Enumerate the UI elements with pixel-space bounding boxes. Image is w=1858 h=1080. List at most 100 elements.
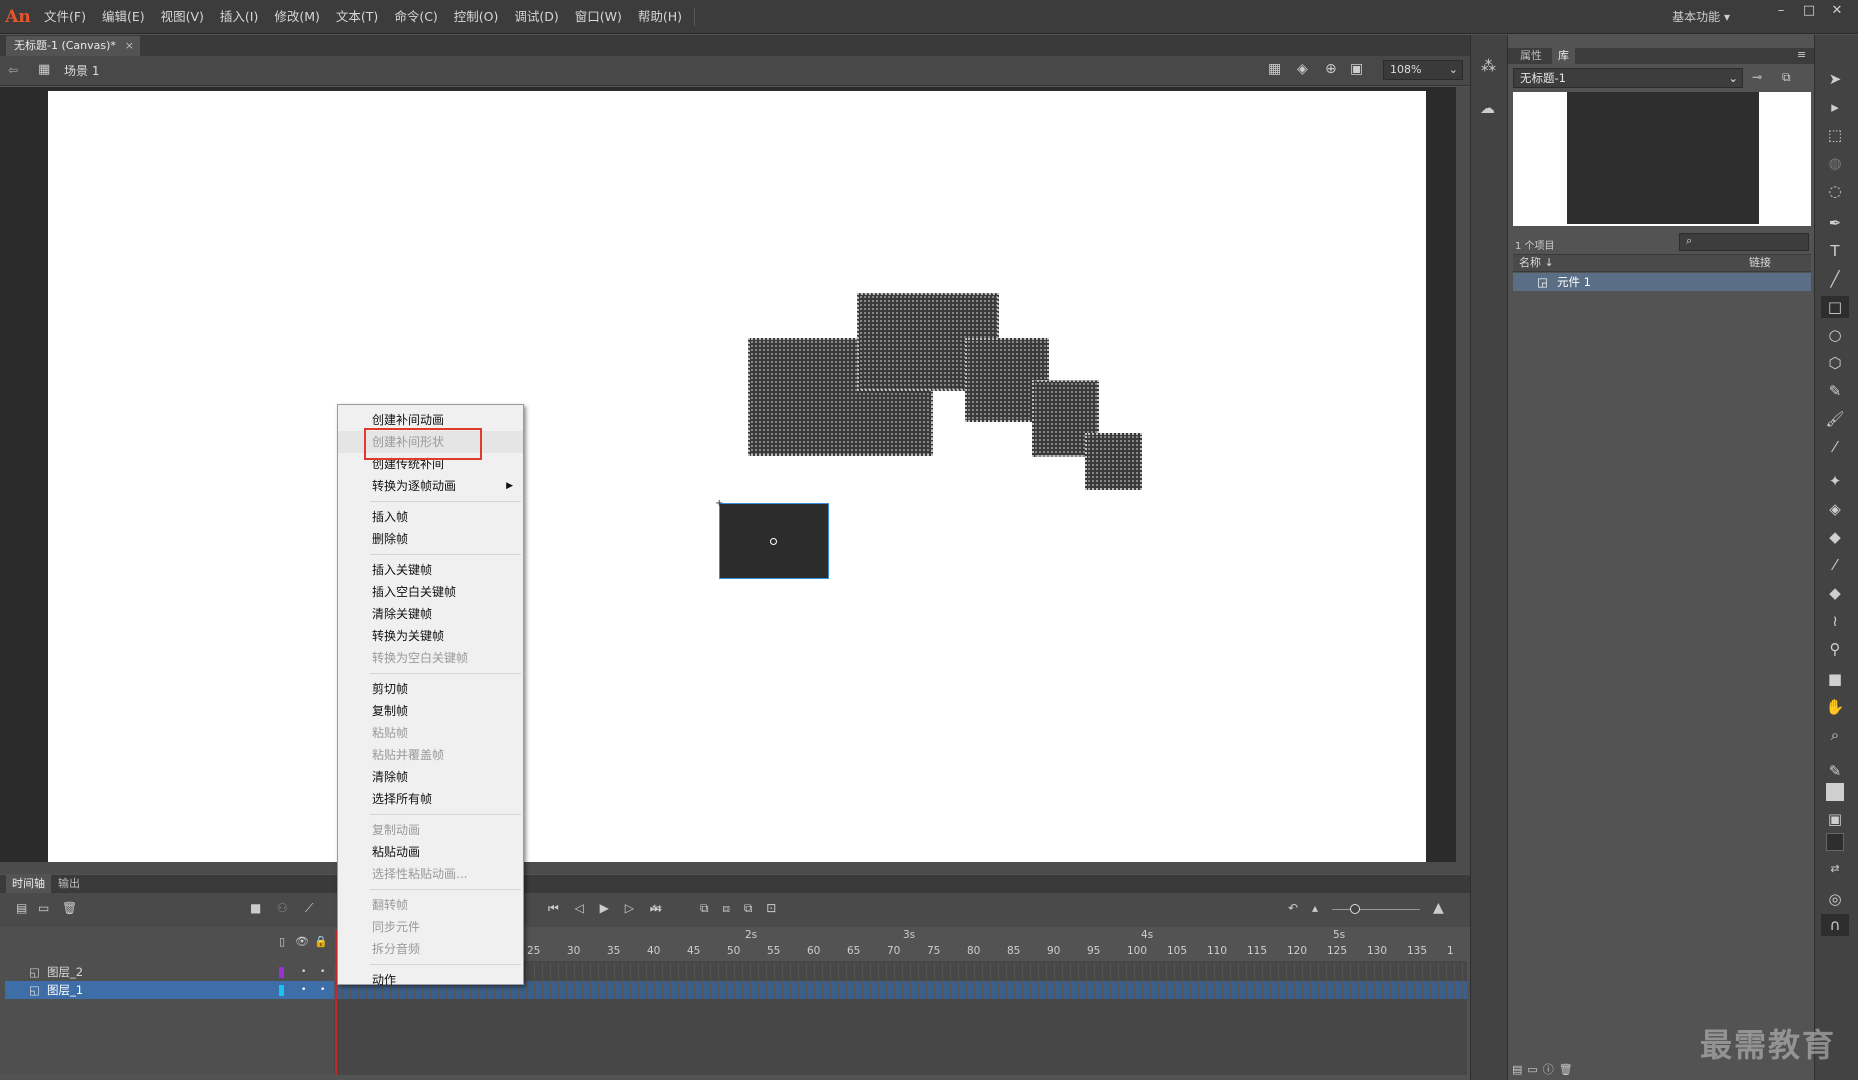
minimize-button[interactable]: – — [1768, 2, 1794, 20]
menu-item-select-all-frames[interactable]: 选择所有帧 — [338, 788, 523, 810]
library-footer-icons[interactable]: ▤▭ⓘ🗑 — [1512, 1061, 1578, 1077]
menu-view[interactable]: 视图(V) — [153, 0, 212, 34]
menu-item-sync-symbols[interactable]: 同步元件 — [338, 916, 523, 938]
delete-layer-icon[interactable]: 🗑 — [62, 901, 77, 915]
edit-symbol-icon[interactable]: ◈ — [1297, 61, 1308, 77]
edit-scene-icon[interactable]: ▦ — [1268, 61, 1281, 77]
menu-item-paste-motion[interactable]: 粘贴动画 — [338, 841, 523, 863]
swap-colors-icon[interactable]: ⇄ — [1821, 858, 1849, 880]
outline-toggle-icon[interactable]: ▯ — [279, 935, 285, 948]
width-tool-icon[interactable]: ≀ — [1821, 610, 1849, 632]
zoom-tool-icon[interactable]: ⌕ — [1821, 724, 1849, 746]
column-name[interactable]: 名称 ↓ — [1519, 255, 1554, 271]
menu-item-clear-keyframe[interactable]: 清除关键帧 — [338, 603, 523, 625]
lasso-tool-icon[interactable]: ◌ — [1821, 180, 1849, 202]
menu-item-insert-keyframe[interactable]: 插入关键帧 — [338, 559, 523, 581]
slider-handle[interactable] — [1350, 904, 1360, 914]
menu-text[interactable]: 文本(T) — [328, 0, 386, 34]
document-tab-close-icon[interactable]: × — [125, 36, 134, 56]
polystar-tool-icon[interactable]: ⬡ — [1821, 352, 1849, 374]
paint-brush-tool-icon[interactable]: 🖌 — [1821, 408, 1849, 430]
panel-menu-icon[interactable]: ≡ — [1797, 48, 1806, 61]
menu-insert[interactable]: 插入(I) — [212, 0, 266, 34]
rectangle-tool-icon[interactable]: □ — [1821, 296, 1849, 318]
menu-item-reverse-frames[interactable]: 翻转帧 — [338, 894, 523, 916]
line-tool-icon[interactable]: ╱ — [1821, 268, 1849, 290]
fill-color-swatch[interactable] — [1826, 833, 1844, 851]
3d-rotation-tool-icon[interactable]: ◍ — [1821, 152, 1849, 174]
menu-modify[interactable]: 修改(M) — [266, 0, 328, 34]
subselection-tool-icon[interactable]: ▸ — [1821, 96, 1849, 118]
selected-symbol-instance[interactable] — [719, 503, 829, 579]
menu-item-paste-overwrite-frames[interactable]: 粘贴并覆盖帧 — [338, 744, 523, 766]
ink-bottle-tool-icon[interactable]: ◆ — [1821, 526, 1849, 548]
layer-lock-dot[interactable]: • — [320, 963, 325, 981]
menu-item-cut-frames[interactable]: 剪切帧 — [338, 678, 523, 700]
motion-presets-icon[interactable]: ⁂ — [1481, 57, 1496, 75]
menu-item-copy-frames[interactable]: 复制帧 — [338, 700, 523, 722]
rectangle-shape[interactable] — [1085, 433, 1142, 490]
graph-icon[interactable]: ⟋ — [305, 901, 313, 916]
pencil-tool-icon[interactable]: ✎ — [1821, 380, 1849, 402]
camera-tool-icon[interactable]: ■ — [1821, 668, 1849, 690]
free-transform-tool-icon[interactable]: ⬚ — [1821, 124, 1849, 146]
menu-item-convert-frame-by-frame[interactable]: 转换为逐帧动画 ▶ — [338, 475, 523, 497]
new-folder-icon[interactable]: ▭ — [38, 901, 49, 915]
layer-row[interactable]: ◱ 图层_2 • • — [5, 963, 334, 981]
layer-name[interactable]: 图层_2 — [47, 963, 83, 981]
layer-color-swatch[interactable] — [279, 967, 284, 978]
timeline-zoom-slider[interactable] — [1332, 909, 1420, 910]
menu-item-insert-blank-keyframe[interactable]: 插入空白关键帧 — [338, 581, 523, 603]
menu-control[interactable]: 控制(O) — [446, 0, 507, 34]
zoom-select[interactable]: 108% ⌄ — [1383, 60, 1463, 80]
snap-to-objects-icon[interactable]: ∩ — [1821, 914, 1849, 936]
menu-file[interactable]: 文件(F) — [36, 0, 94, 34]
back-arrow-icon[interactable]: ⇦ — [8, 63, 18, 77]
menu-commands[interactable]: 命令(C) — [386, 0, 445, 34]
layer-color-swatch[interactable] — [279, 985, 284, 996]
menu-debug[interactable]: 调试(D) — [506, 0, 566, 34]
layer-visible-dot[interactable]: • — [301, 981, 306, 999]
stage-canvas[interactable]: + — [48, 91, 1426, 862]
menu-item-copy-motion[interactable]: 复制动画 — [338, 819, 523, 841]
library-item[interactable]: ◲ 元件 1 — [1513, 273, 1811, 291]
camera-icon[interactable]: ■ — [250, 901, 261, 915]
layer-visible-dot[interactable]: • — [301, 963, 306, 981]
column-linkage[interactable]: 链接 — [1749, 255, 1771, 271]
menu-item-insert-frame[interactable]: 插入帧 — [338, 506, 523, 528]
selection-tool-icon[interactable]: ➤ — [1821, 68, 1849, 90]
tab-properties[interactable]: 属性 — [1514, 48, 1548, 64]
stroke-color-swatch[interactable] — [1826, 783, 1844, 801]
oval-tool-icon[interactable]: ○ — [1821, 324, 1849, 346]
zoom-out-mountain-icon[interactable]: ▴ — [1312, 901, 1318, 915]
stage-vertical-scrollbar[interactable] — [1456, 87, 1470, 862]
text-tool-icon[interactable]: T — [1821, 240, 1849, 262]
eraser-tool-icon[interactable]: ◆ — [1821, 582, 1849, 604]
tab-library[interactable]: 库 — [1552, 48, 1575, 64]
new-layer-icon[interactable]: ▤ — [16, 901, 27, 915]
menu-item-actions[interactable]: 动作 — [338, 969, 523, 991]
library-document-select[interactable]: 无标题-1 ⌄ — [1513, 68, 1743, 88]
menu-item-remove-frame[interactable]: 删除帧 — [338, 528, 523, 550]
menu-item-convert-to-blank-keyframe[interactable]: 转换为空白关键帧 — [338, 647, 523, 669]
object-drawing-icon[interactable]: ◎ — [1821, 888, 1849, 910]
close-window-button[interactable]: ✕ — [1824, 2, 1850, 20]
undo-scale-icon[interactable]: ↶ — [1288, 901, 1298, 915]
layer-row-selected[interactable]: ◱ 图层_1 • • — [5, 981, 334, 999]
onion-skin-icons[interactable]: ⧉ ⧈ ⧉ ⊡ — [700, 901, 781, 916]
stroke-color-icon[interactable]: ✎ — [1821, 760, 1849, 782]
clip-content-icon[interactable]: ▣ — [1350, 61, 1363, 77]
playback-controls[interactable]: ⏮ ◁ ▶ ▷ ⏭ — [548, 901, 667, 916]
menu-item-paste-frames[interactable]: 粘贴帧 — [338, 722, 523, 744]
pen-tool-icon[interactable]: ✒ — [1821, 212, 1849, 234]
lock-icon[interactable]: 🔒 — [314, 935, 328, 948]
brush-tool-icon[interactable]: ⁄ — [1821, 436, 1849, 458]
document-tab[interactable]: 无标题-1 (Canvas)* × — [6, 36, 140, 56]
new-library-panel-icon[interactable]: ⧉ — [1782, 70, 1791, 85]
layer-parenting-icon[interactable]: ⚇ — [277, 901, 288, 915]
layer-name[interactable]: 图层_1 — [47, 981, 83, 999]
eyedropper-tool-icon[interactable]: ⁄ — [1821, 554, 1849, 576]
menu-help[interactable]: 帮助(H) — [630, 0, 690, 34]
menu-item-convert-to-keyframe[interactable]: 转换为关键帧 — [338, 625, 523, 647]
tab-timeline[interactable]: 时间轴 — [6, 875, 51, 893]
